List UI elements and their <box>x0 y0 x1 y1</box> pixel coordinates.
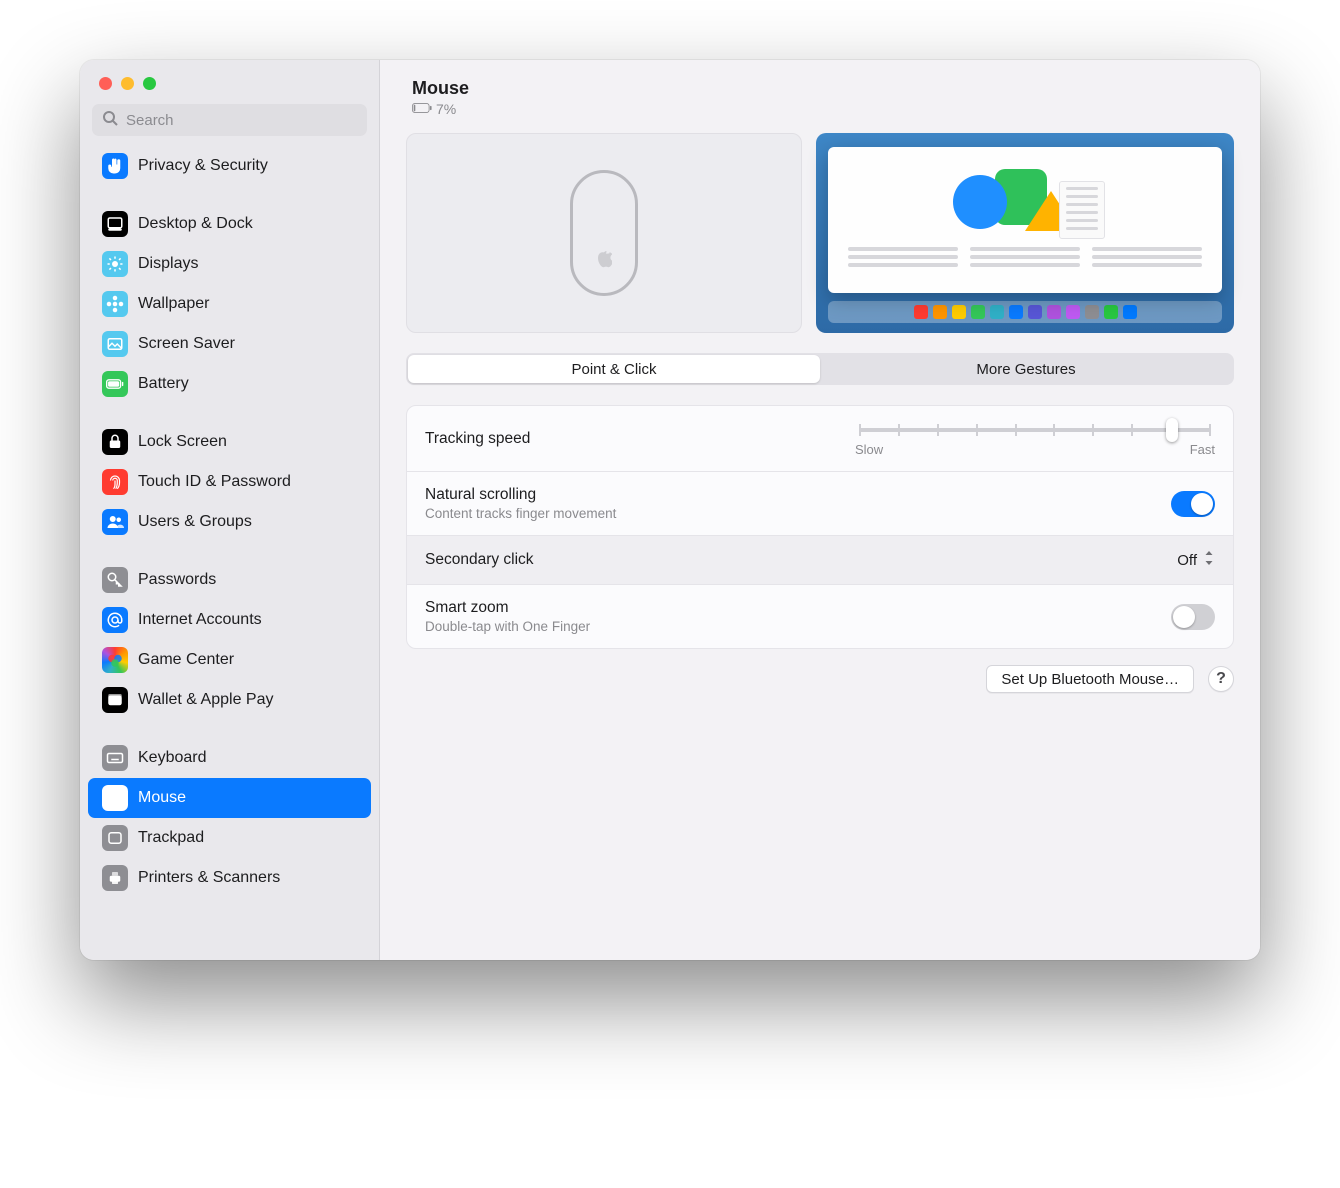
sidebar-item-internet-accounts[interactable]: Internet Accounts <box>88 600 371 640</box>
sidebar-item-label: Battery <box>138 375 189 393</box>
sidebar-item-label: Passwords <box>138 571 216 589</box>
sidebar-item-label: Privacy & Security <box>138 157 268 175</box>
settings-panel: Tracking speed Slow Fast <box>406 405 1234 649</box>
search-input[interactable] <box>124 111 357 130</box>
smart-zoom-label: Smart zoom <box>425 599 1171 617</box>
mouse-shape-icon <box>570 170 638 296</box>
smart-zoom-sub: Double-tap with One Finger <box>425 619 1171 634</box>
minimize-button[interactable] <box>121 77 134 90</box>
tracking-speed-slider[interactable] <box>859 428 1211 432</box>
mouse-icon <box>102 785 128 811</box>
sidebar-item-users-groups[interactable]: Users & Groups <box>88 502 371 542</box>
sidebar-item-keyboard[interactable]: Keyboard <box>88 738 371 778</box>
trackpad-icon <box>102 825 128 851</box>
secondary-click-label: Secondary click <box>425 551 1177 569</box>
settings-window: Privacy & Security Desktop & Dock Displays… <box>80 60 1260 960</box>
close-button[interactable] <box>99 77 112 90</box>
sidebar-item-label: Printers & Scanners <box>138 869 280 887</box>
tab-more-gestures[interactable]: More Gestures <box>820 355 1232 383</box>
window-controls <box>80 60 379 90</box>
key-icon <box>102 567 128 593</box>
setup-bluetooth-mouse-button[interactable]: Set Up Bluetooth Mouse… <box>986 665 1194 693</box>
keyboard-icon <box>102 745 128 771</box>
sidebar-item-mouse[interactable]: Mouse <box>88 778 371 818</box>
page-header: Mouse 7% <box>406 60 1234 127</box>
tab-point-click[interactable]: Point & Click <box>408 355 820 383</box>
help-button[interactable]: ? <box>1208 666 1234 692</box>
gesture-preview-window <box>828 147 1222 293</box>
sidebar-item-touch-id[interactable]: Touch ID & Password <box>88 462 371 502</box>
smart-zoom-toggle[interactable] <box>1171 604 1215 630</box>
sidebar-item-wallet[interactable]: Wallet & Apple Pay <box>88 680 371 720</box>
slider-knob[interactable] <box>1166 418 1178 442</box>
secondary-click-value: Off <box>1177 552 1197 569</box>
sidebar-item-printers[interactable]: Printers & Scanners <box>88 858 371 898</box>
sidebar-item-label: Screen Saver <box>138 335 235 353</box>
fingerprint-icon <box>102 469 128 495</box>
users-icon <box>102 509 128 535</box>
sidebar-item-screen-saver[interactable]: Screen Saver <box>88 324 371 364</box>
smart-zoom-row: Smart zoom Double-tap with One Finger <box>407 585 1233 648</box>
sidebar-item-label: Wallpaper <box>138 295 209 313</box>
slider-slow-label: Slow <box>855 442 883 457</box>
natural-scrolling-row: Natural scrolling Content tracks finger … <box>407 472 1233 536</box>
search-field[interactable] <box>92 104 367 136</box>
sidebar-item-label: Users & Groups <box>138 513 252 531</box>
battery-percent: 7% <box>436 101 456 117</box>
flower-icon <box>102 291 128 317</box>
sidebar-item-label: Lock Screen <box>138 433 227 451</box>
sidebar-item-passwords[interactable]: Passwords <box>88 560 371 600</box>
sidebar-item-label: Touch ID & Password <box>138 473 291 491</box>
hand-icon <box>102 153 128 179</box>
sidebar-item-trackpad[interactable]: Trackpad <box>88 818 371 858</box>
secondary-click-row[interactable]: Secondary click Off <box>407 536 1233 585</box>
natural-scrolling-sub: Content tracks finger movement <box>425 506 1171 521</box>
battery-icon <box>102 371 128 397</box>
sidebar-item-label: Keyboard <box>138 749 207 767</box>
sidebar-item-wallpaper[interactable]: Wallpaper <box>88 284 371 324</box>
battery-icon <box>412 101 432 117</box>
battery-status: 7% <box>412 101 1228 117</box>
sidebar: Privacy & Security Desktop & Dock Displays… <box>80 60 380 960</box>
dock-icon <box>102 211 128 237</box>
slider-fast-label: Fast <box>1190 442 1215 457</box>
tracking-speed-row: Tracking speed Slow Fast <box>407 406 1233 472</box>
sidebar-item-battery[interactable]: Battery <box>88 364 371 404</box>
sidebar-item-label: Displays <box>138 255 198 273</box>
footer: Set Up Bluetooth Mouse… ? <box>406 665 1234 693</box>
natural-scrolling-label: Natural scrolling <box>425 486 1171 504</box>
sidebar-item-label: Mouse <box>138 789 186 807</box>
sun-icon <box>102 251 128 277</box>
photo-icon <box>102 331 128 357</box>
sidebar-item-game-center[interactable]: Game Center <box>88 640 371 680</box>
search-icon <box>102 110 124 130</box>
secondary-click-popup[interactable]: Off <box>1177 550 1215 570</box>
main-content: Mouse 7% <box>380 60 1260 960</box>
natural-scrolling-toggle[interactable] <box>1171 491 1215 517</box>
sidebar-list: Privacy & Security Desktop & Dock Displays… <box>80 146 379 960</box>
chevron-updown-icon <box>1203 550 1215 570</box>
tracking-speed-label: Tracking speed <box>425 430 855 448</box>
sidebar-item-lock-screen[interactable]: Lock Screen <box>88 422 371 462</box>
at-icon <box>102 607 128 633</box>
printer-icon <box>102 865 128 891</box>
sidebar-item-label: Internet Accounts <box>138 611 262 629</box>
sidebar-item-label: Trackpad <box>138 829 204 847</box>
sidebar-item-label: Desktop & Dock <box>138 215 253 233</box>
sidebar-item-label: Wallet & Apple Pay <box>138 691 273 709</box>
lock-icon <box>102 429 128 455</box>
preview-cards <box>406 133 1234 333</box>
sidebar-item-label: Game Center <box>138 651 234 669</box>
wallet-icon <box>102 687 128 713</box>
tab-segment: Point & Click More Gestures <box>406 353 1234 385</box>
sidebar-item-desktop-dock[interactable]: Desktop & Dock <box>88 204 371 244</box>
gamecenter-icon <box>102 647 128 673</box>
mouse-preview <box>406 133 802 333</box>
zoom-button[interactable] <box>143 77 156 90</box>
page-title: Mouse <box>412 78 1228 99</box>
sidebar-item-privacy-security[interactable]: Privacy & Security <box>88 146 371 186</box>
sidebar-item-displays[interactable]: Displays <box>88 244 371 284</box>
gesture-preview-dock <box>828 301 1222 323</box>
gesture-preview <box>816 133 1234 333</box>
